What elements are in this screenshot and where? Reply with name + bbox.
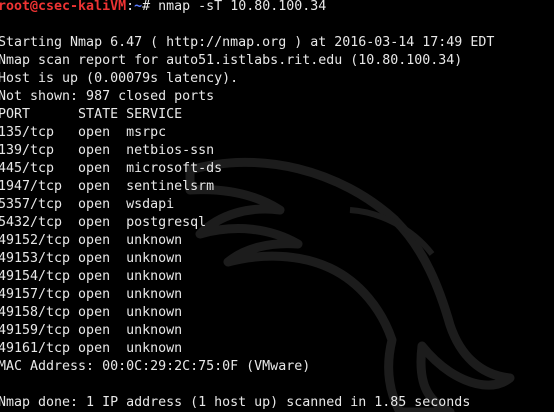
not-shown-line: Not shown: 987 closed ports [0, 89, 215, 104]
terminal-output: root@csec-kaliVM:~# nmap -sT 10.80.100.3… [0, 0, 494, 412]
mac-address-line: MAC Address: 00:0C:29:2C:75:0F (VMware) [0, 359, 311, 374]
command-text: nmap -sT 10.80.100.34 [158, 0, 327, 14]
port-row: 49152/tcp open unknown [0, 233, 183, 248]
port-row: 49157/tcp open unknown [0, 287, 183, 302]
port-row: 445/tcp open microsoft-ds [0, 161, 223, 176]
scan-report-line: Nmap scan report for auto51.istlabs.rit.… [0, 53, 463, 68]
prompt-separator: : [126, 0, 135, 14]
port-row: 49154/tcp open unknown [0, 269, 183, 284]
host-up-line: Host is up (0.00079s latency). [0, 71, 239, 86]
prompt-symbol: # [142, 0, 159, 14]
port-row: 135/tcp open msrpc [0, 125, 167, 140]
prompt-path: ~ [134, 0, 143, 14]
terminal-window[interactable]: root@csec-kaliVM:~# nmap -sT 10.80.100.3… [0, 0, 554, 412]
port-row: 49159/tcp open unknown [0, 323, 183, 338]
nmap-done-line: Nmap done: 1 IP address (1 host up) scan… [0, 395, 471, 410]
port-row: 5432/tcp open postgresql [0, 215, 207, 230]
port-row: 5357/tcp open wsdapi [0, 197, 175, 212]
port-row: 49161/tcp open unknown [0, 341, 183, 356]
port-row: 49153/tcp open unknown [0, 251, 183, 266]
starting-line: Starting Nmap 6.47 ( http://nmap.org ) a… [0, 35, 495, 50]
prompt-user-host: root@csec-kaliVM [0, 0, 127, 14]
port-row: 49158/tcp open unknown [0, 305, 183, 320]
command-line: root@csec-kaliVM:~# nmap -sT 10.80.100.3… [0, 0, 494, 16]
port-row: 139/tcp open netbios-ssn [0, 143, 215, 158]
port-table-header: PORT STATE SERVICE [0, 107, 183, 122]
port-row: 1947/tcp open sentinelsrm [0, 179, 215, 194]
